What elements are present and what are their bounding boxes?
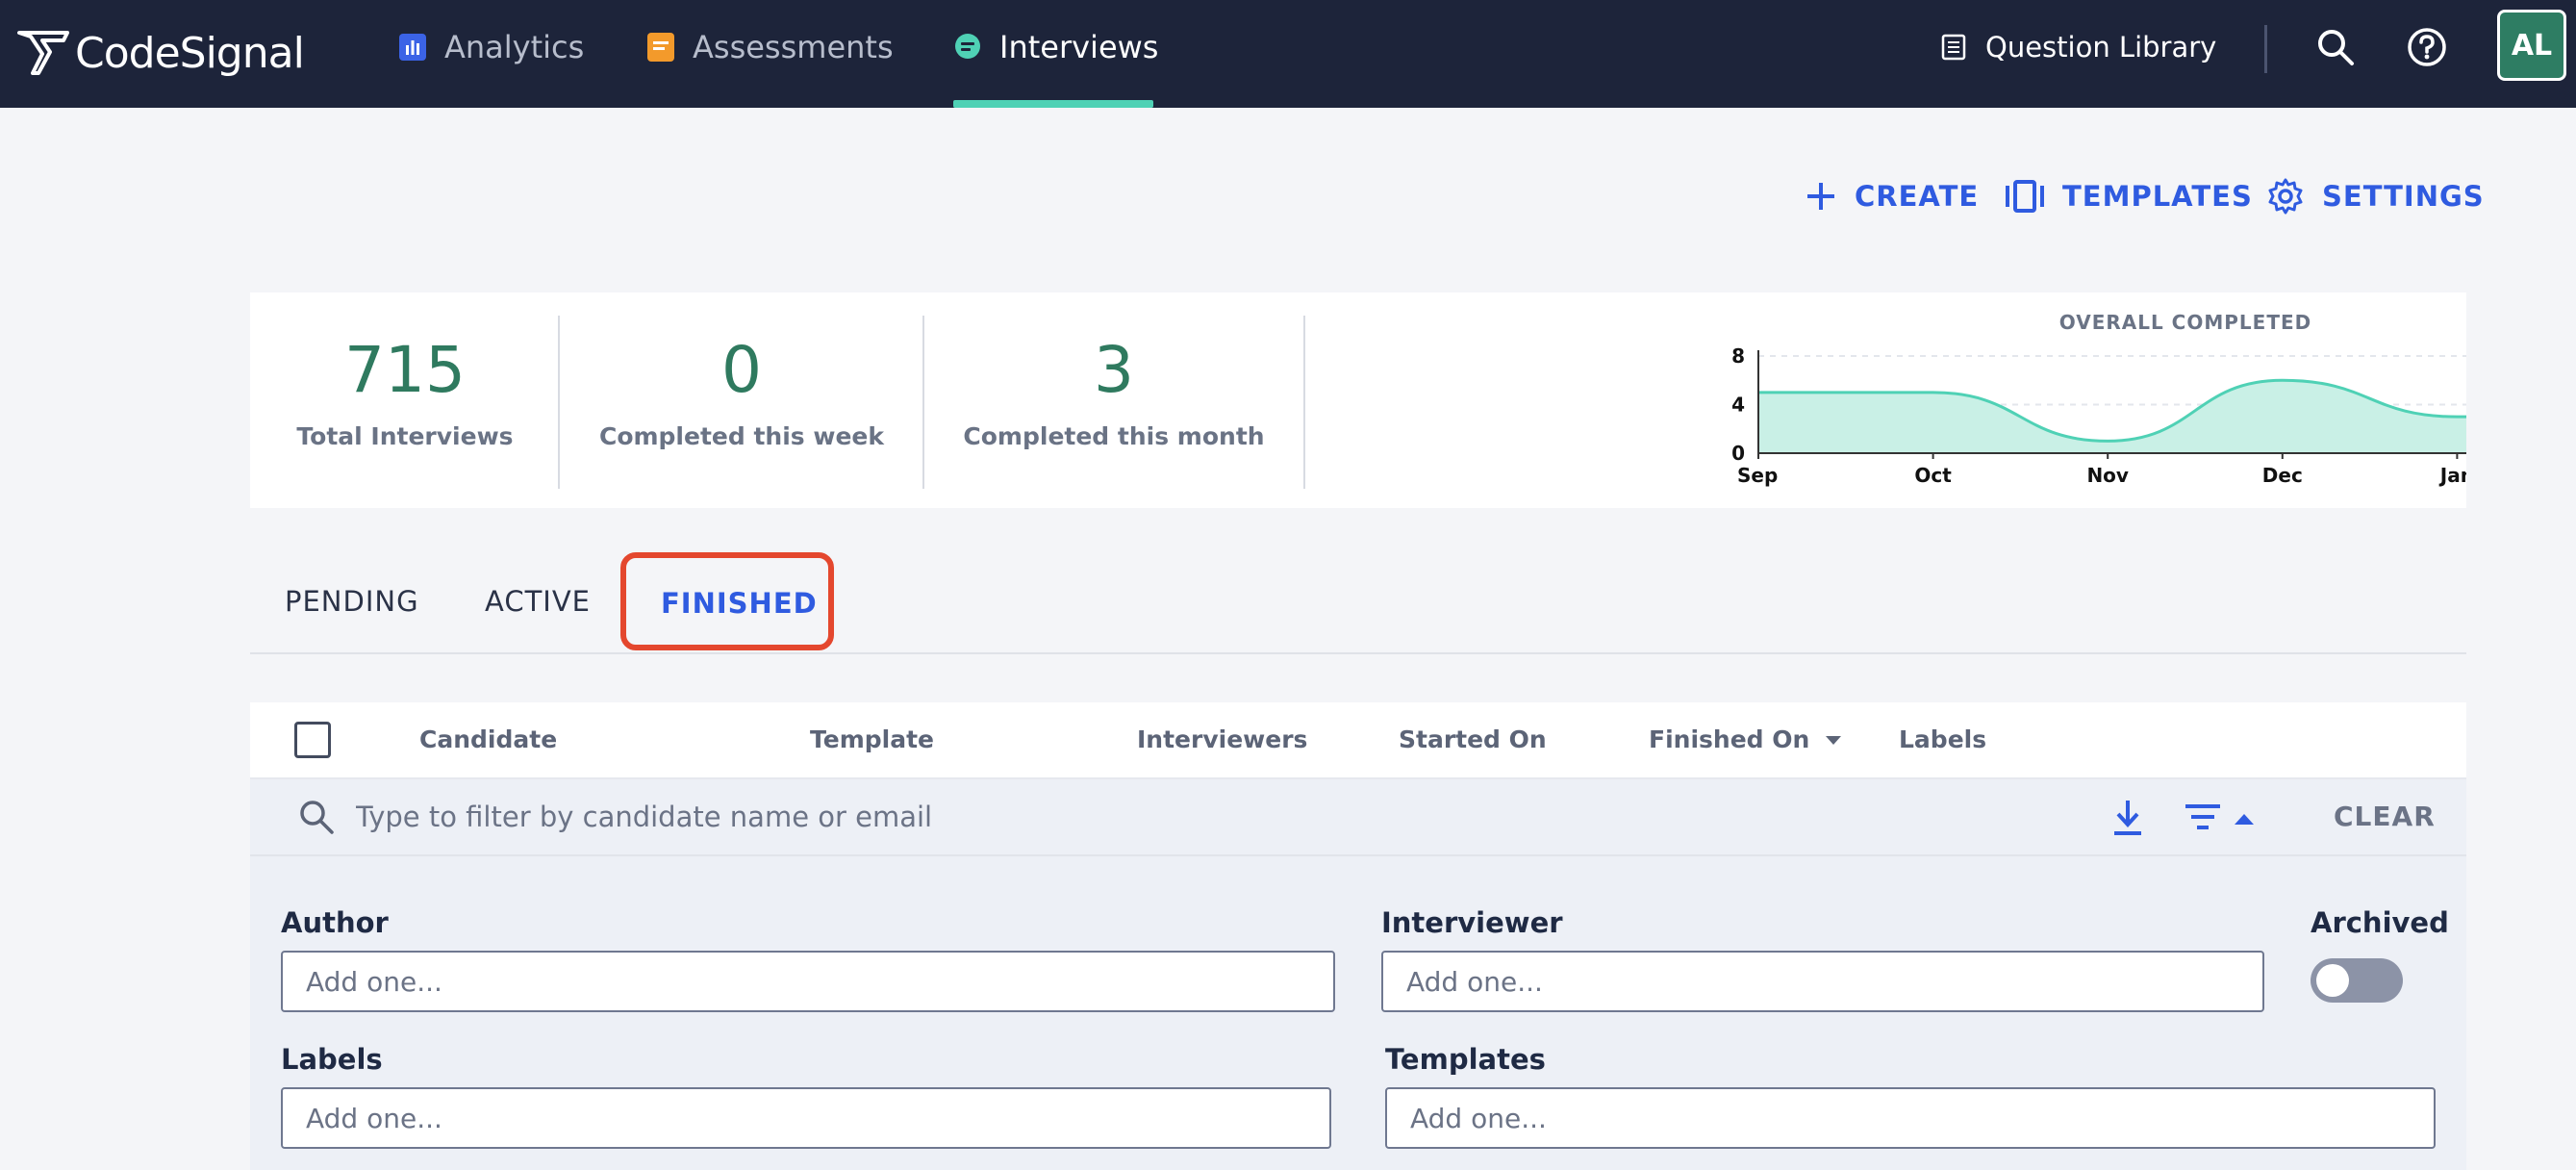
archived-label: Archived (2311, 906, 2449, 939)
templates-input[interactable] (1385, 1087, 2436, 1149)
templates-button[interactable]: TEMPLATES (2005, 173, 2253, 219)
clear-filters-button[interactable]: CLEAR (2334, 801, 2436, 832)
settings-label: SETTINGS (2322, 180, 2485, 213)
question-library-label: Question Library (1985, 31, 2217, 64)
tab-active[interactable]: ACTIVE (485, 585, 591, 618)
interviews-icon (953, 33, 982, 62)
column-template[interactable]: Template (810, 725, 934, 753)
stat-completed-month: 3 Completed this month (923, 292, 1304, 508)
stat-value: 3 (1094, 333, 1134, 407)
chart-y-tick-label: 8 (1731, 344, 1745, 368)
column-interviewers[interactable]: Interviewers (1137, 725, 1307, 753)
chart-y-tick-label: 4 (1731, 394, 1745, 417)
archived-toggle[interactable] (2311, 958, 2403, 1003)
chart-x-tick-label: Sep (1737, 464, 1778, 487)
chart-x-tick-label: Nov (2086, 464, 2129, 487)
column-finished-on[interactable]: Finished On (1649, 725, 1842, 753)
sort-descending-icon (1826, 735, 1842, 745)
overall-completed-chart: OVERALL COMPLETED048SepOctNovDecJanFeb (1452, 292, 2576, 508)
codesignal-logo[interactable]: CodeSignal (17, 19, 305, 87)
nav-interviews-label: Interviews (999, 29, 1159, 65)
column-labels[interactable]: Labels (1899, 725, 1986, 753)
labels-input[interactable] (281, 1087, 1331, 1149)
stat-value: 0 (721, 333, 762, 407)
gear-icon (2268, 178, 2303, 215)
author-label: Author (281, 906, 389, 939)
labels-label: Labels (281, 1043, 383, 1076)
tab-finished-highlight (620, 552, 834, 650)
tab-pending[interactable]: PENDING (285, 585, 419, 618)
plus-icon (1807, 183, 1834, 210)
templates-icon (2006, 180, 2044, 213)
nav-analytics-label: Analytics (444, 29, 585, 65)
chart-x-tick-label: Oct (1914, 464, 1952, 487)
chart-title: OVERALL COMPLETED (2059, 311, 2312, 334)
question-library-link[interactable]: Question Library (1941, 21, 2216, 73)
codesignal-logo-icon (17, 31, 69, 75)
candidate-search-input[interactable] (356, 793, 1991, 841)
stat-completed-week: 0 Completed this week (560, 292, 923, 508)
stat-value: 715 (344, 333, 466, 407)
select-all-checkbox[interactable] (294, 722, 331, 758)
chart-x-tick-label: Dec (2262, 464, 2303, 487)
interviewer-input[interactable] (1381, 951, 2264, 1012)
caret-up-icon[interactable] (2234, 812, 2255, 826)
chart-x-tick-label: Jan (2438, 464, 2466, 487)
chart-svg: OVERALL COMPLETED048SepOctNovDecJanFeb (1731, 311, 2576, 487)
column-started-on[interactable]: Started On (1399, 725, 1547, 753)
nav-analytics[interactable]: Analytics (398, 21, 584, 73)
user-avatar[interactable]: AL (2497, 10, 2566, 81)
create-button[interactable]: CREATE (1805, 173, 1979, 219)
column-candidate[interactable]: Candidate (419, 725, 557, 753)
nav-interviews[interactable]: Interviews (953, 21, 1158, 73)
templates-label: TEMPLATES (2062, 180, 2253, 213)
author-input[interactable] (281, 951, 1335, 1012)
nav-divider (2264, 25, 2267, 73)
book-icon (1941, 34, 1966, 61)
stat-label: Total Interviews (296, 422, 514, 450)
help-icon (2408, 28, 2446, 66)
interview-status-tabs: PENDING ACTIVE FINISHED (250, 552, 2466, 654)
nav-assessments[interactable]: Assessments (646, 21, 894, 73)
settings-button[interactable]: SETTINGS (2266, 173, 2485, 219)
toggle-knob (2316, 964, 2349, 997)
nav-assessments-label: Assessments (693, 29, 894, 65)
logo-text: CodeSignal (75, 28, 305, 78)
stat-total-interviews: 715 Total Interviews (250, 292, 560, 508)
chart-y-tick-label: 0 (1731, 442, 1745, 465)
stat-label: Completed this week (598, 422, 885, 450)
table-header: Candidate Template Interviewers Started … (250, 702, 2466, 779)
active-nav-indicator (953, 100, 1153, 108)
filters-panel: Author Interviewer Archived Labels Templ… (250, 856, 2466, 1170)
search-icon (2318, 30, 2354, 65)
stat-divider (1303, 316, 1305, 489)
search-icon (300, 801, 334, 834)
search-button[interactable] (2316, 21, 2355, 73)
help-button[interactable] (2407, 21, 2447, 73)
create-label: CREATE (1855, 180, 1980, 213)
top-navigation: CodeSignal Analytics Assessments Intervi… (0, 0, 2576, 108)
stat-label: Completed this month (963, 422, 1265, 450)
column-finished-on-label: Finished On (1649, 725, 1810, 753)
filter-icon[interactable] (2184, 802, 2222, 833)
analytics-icon (398, 33, 427, 62)
assessments-icon (646, 33, 675, 62)
interviewer-label: Interviewer (1381, 906, 1563, 939)
stats-card: 715 Total Interviews 0 Completed this we… (250, 292, 2576, 508)
templates-filter-label: Templates (1385, 1043, 1546, 1076)
download-icon[interactable] (2110, 799, 2145, 837)
filter-bar: CLEAR (250, 779, 2466, 856)
